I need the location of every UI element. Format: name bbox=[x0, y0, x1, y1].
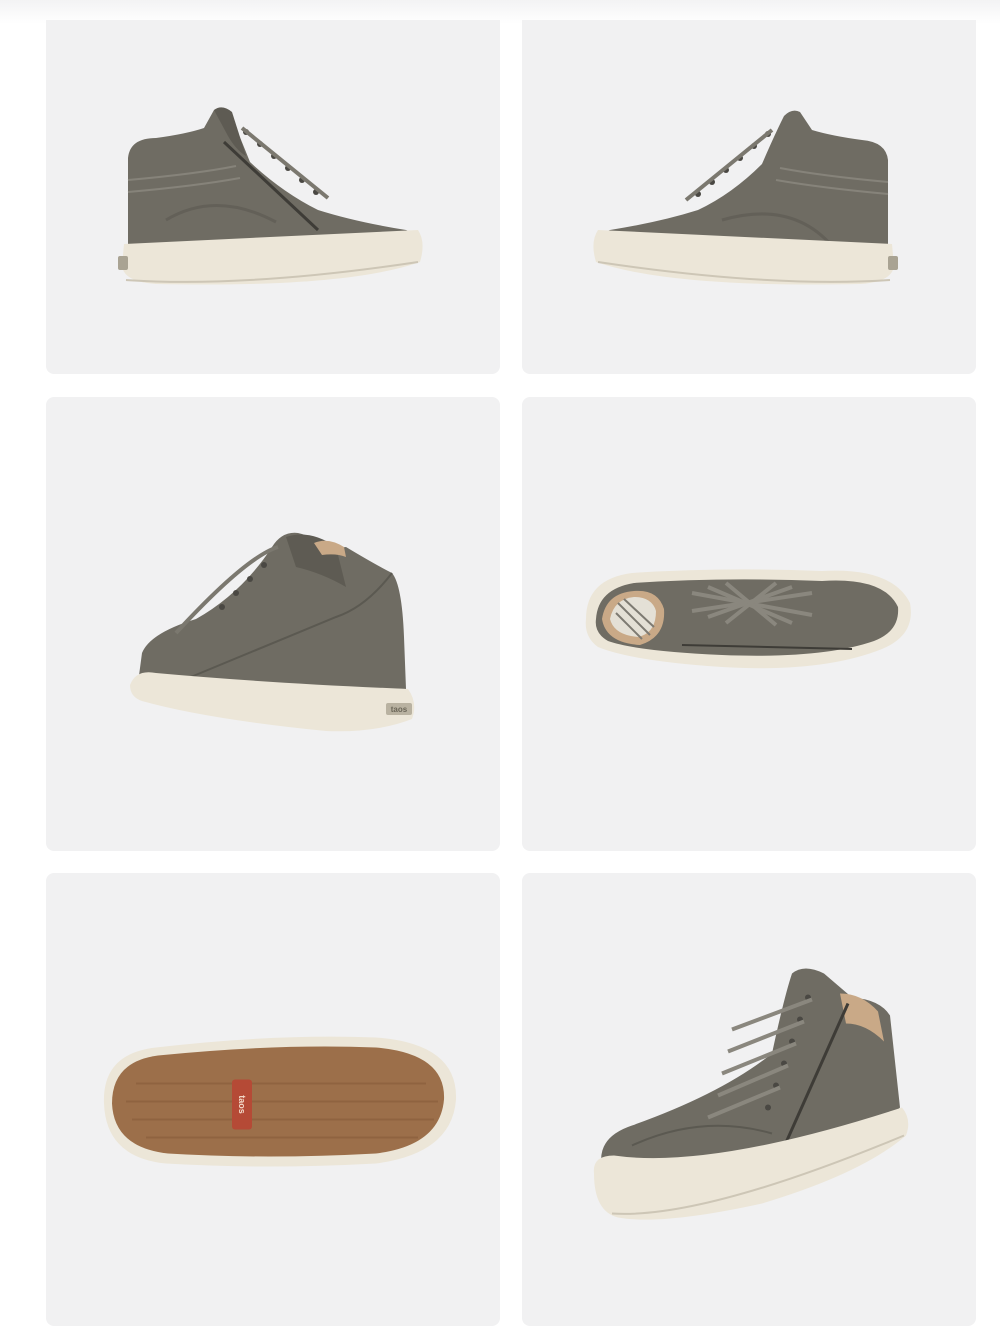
sneaker-front-icon bbox=[593, 968, 909, 1220]
sneaker-top-icon bbox=[585, 569, 911, 669]
gallery-image-top[interactable] bbox=[522, 397, 976, 851]
sneaker-sole-icon: taos bbox=[103, 1036, 457, 1167]
gallery-image-front-three-quarter[interactable] bbox=[522, 873, 976, 1326]
heel-logo-text: taos bbox=[391, 705, 408, 714]
gallery-image-side-outer[interactable] bbox=[46, 20, 500, 374]
product-image-gallery: taos taos bbox=[46, 20, 977, 1326]
gallery-image-back-three-quarter[interactable]: taos bbox=[46, 397, 500, 851]
sneaker-side-icon bbox=[593, 110, 898, 285]
heel-tab bbox=[118, 256, 128, 270]
sneaker-side-icon bbox=[118, 107, 423, 285]
sneaker-back-icon: taos bbox=[130, 532, 415, 732]
gallery-image-outsole[interactable]: taos bbox=[46, 873, 500, 1326]
outsole-logo-text: taos bbox=[237, 1095, 247, 1114]
gallery-image-side-inner[interactable] bbox=[522, 20, 976, 374]
